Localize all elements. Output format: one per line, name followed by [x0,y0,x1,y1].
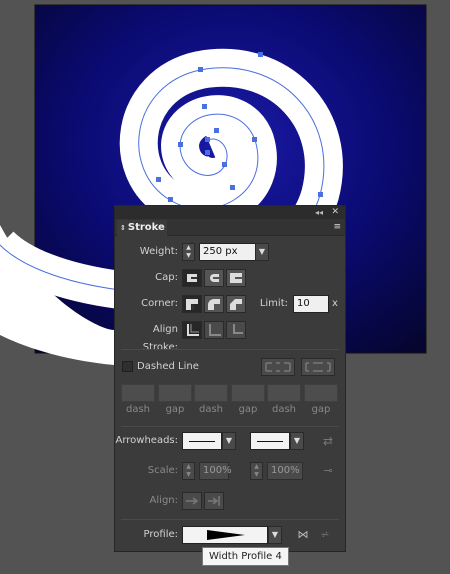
scale-label: Scale: [147,465,178,476]
close-icon[interactable]: ✕ [331,206,339,219]
weight-dropdown-button[interactable]: ▼ [255,243,269,261]
cap-label: Cap: [155,272,178,283]
gap-2-input[interactable] [231,384,265,402]
dashed-line-label: Dashed Line [137,361,199,372]
preserve-dashes-button[interactable] [261,358,295,376]
arrow-place-icon [208,496,220,506]
end-arrowhead-select[interactable] [250,432,290,450]
expand-arrows-icon[interactable]: ⇕ [120,224,126,232]
miter-limit-input[interactable]: 10 [293,295,329,313]
gap-2-label: gap [238,404,258,415]
dash-align-icon [305,362,331,372]
flip-along-icon[interactable]: ⋈ [295,526,311,544]
gap-1-input[interactable] [158,384,192,402]
round-join-button[interactable] [204,295,224,313]
align-stroke-label: Align Stroke: [142,324,178,353]
start-scale-input[interactable]: 100% [199,462,232,480]
dash-1-label: dash [125,404,151,415]
dash-1-input[interactable] [121,384,155,402]
round-cap-icon [210,274,219,282]
dash-3-label: dash [271,404,297,415]
profile-label: Profile: [143,529,178,540]
align-center-button[interactable] [182,321,202,339]
width-profile-preview-icon [207,530,245,540]
panel-menu-icon[interactable]: ≡ [333,222,341,232]
dash-preserve-icon [265,362,291,372]
miter-join-button[interactable] [182,295,202,313]
separator [121,349,339,350]
bevel-join-button[interactable] [226,295,246,313]
projecting-cap-icon [230,273,242,283]
end-arrowhead-dropdown-button[interactable]: ▼ [290,432,304,450]
dash-3-input[interactable] [267,384,301,402]
separator [121,426,339,427]
butt-cap-icon [187,274,197,282]
tab-stroke[interactable]: ⇕ Stroke [117,220,167,236]
end-scale-stepper[interactable]: ▲ ▼ [250,462,263,480]
stroke-panel: ◂◂ ✕ ⇕ Stroke ≡ Weight: ▲ ▼ 250 px ▼ Cap: … [114,205,346,552]
dash-2-input[interactable] [194,384,228,402]
arrowheads-label: Arrowheads: [115,435,178,446]
limit-label: Limit: [259,298,288,309]
gap-3-label: gap [311,404,331,415]
align-inside-icon [209,324,221,336]
tab-stroke-label: Stroke [127,222,165,233]
miter-join-icon [186,299,198,310]
round-join-icon [208,299,220,310]
align-arrows-label: Align: [149,495,178,506]
bevel-join-icon [230,299,242,310]
weight-label: Weight: [139,246,178,257]
align-dashes-button[interactable] [301,358,335,376]
limit-unit-label: x [332,298,338,309]
align-outside-icon [233,324,243,334]
width-profile-dropdown-button[interactable]: ▼ [268,526,282,544]
align-outside-button[interactable] [226,321,246,339]
width-profile-select[interactable] [182,526,268,544]
gap-3-input[interactable] [304,384,338,402]
gap-1-label: gap [165,404,185,415]
panel-tab-bar: ⇕ Stroke ≡ [115,219,345,236]
separator [121,519,339,520]
flip-across-icon[interactable]: ⩫ [317,526,333,544]
arrow-extend-icon [186,497,199,505]
align-inside-button[interactable] [204,321,224,339]
end-scale-input[interactable]: 100% [267,462,303,480]
panel-title-bar[interactable]: ◂◂ ✕ [115,206,345,219]
butt-cap-button[interactable] [182,269,202,287]
dash-2-label: dash [198,404,224,415]
weight-stepper[interactable]: ▲ ▼ [182,243,195,261]
align-center-icon [187,324,199,336]
width-profile-tooltip: Width Profile 4 [202,547,289,566]
arrow-place-at-end-button[interactable] [204,492,224,510]
weight-input[interactable]: 250 px [199,243,256,261]
collapse-icon[interactable]: ◂◂ [315,206,323,219]
dashed-line-checkbox[interactable] [122,361,133,372]
swap-arrowheads-icon[interactable]: ⇄ [320,432,336,450]
arrow-extend-beyond-button[interactable] [182,492,202,510]
projecting-cap-button[interactable] [226,269,246,287]
round-cap-button[interactable] [204,269,224,287]
start-scale-stepper[interactable]: ▲ ▼ [182,462,195,480]
corner-label: Corner: [141,298,178,309]
start-arrowhead-dropdown-button[interactable]: ▼ [222,432,236,450]
start-arrowhead-select[interactable] [182,432,222,450]
link-scale-icon[interactable]: ⊸ [320,462,336,480]
